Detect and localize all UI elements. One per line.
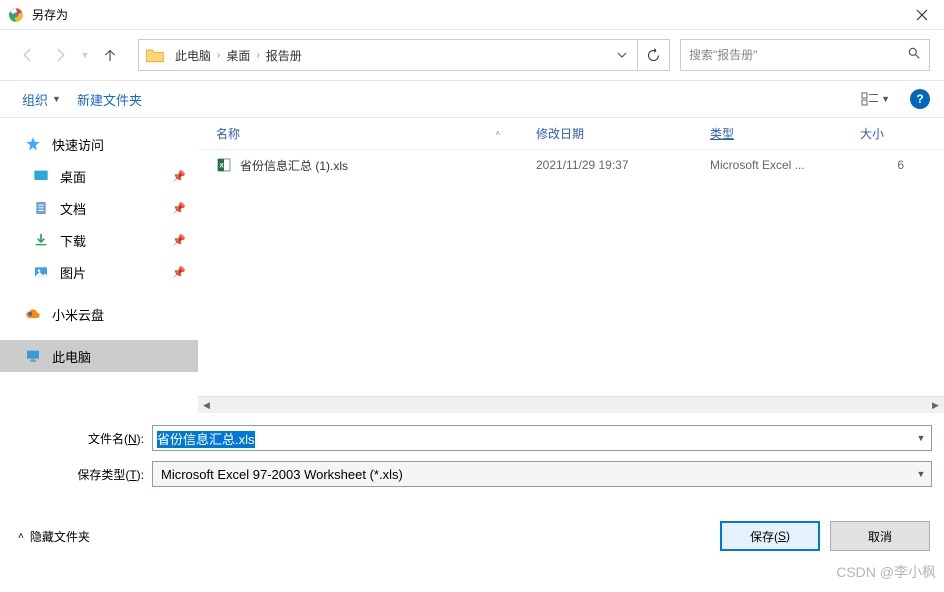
chevron-right-icon: › (254, 50, 261, 61)
crumb-desktop[interactable]: 桌面 (222, 47, 254, 64)
cloud-icon (24, 305, 42, 323)
title-bar: 另存为 (0, 0, 944, 30)
excel-file-icon: X (216, 157, 232, 173)
window-title: 另存为 (32, 6, 899, 23)
desktop-icon (32, 167, 50, 185)
folder-icon (145, 45, 165, 65)
document-icon (32, 199, 50, 217)
forward-button[interactable] (46, 41, 74, 69)
horizontal-scrollbar[interactable]: ◀ ▶ (198, 396, 944, 413)
monitor-icon (24, 347, 42, 365)
column-date[interactable]: 修改日期 (528, 125, 702, 142)
file-list-header: 名称˄ 修改日期 类型 大小 (198, 118, 944, 150)
search-box[interactable] (680, 39, 930, 71)
column-type[interactable]: 类型 (702, 125, 852, 142)
sidebar: 快速访问 桌面 📌 文档 📌 下载 📌 图片 📌 小米云盘 (0, 118, 198, 396)
new-folder-button[interactable]: 新建文件夹 (69, 86, 150, 113)
chevron-down-icon: ▼ (52, 94, 61, 104)
back-button[interactable] (14, 41, 42, 69)
navigation-bar: ▼ 此电脑 › 桌面 › 报告册 (0, 30, 944, 80)
save-button[interactable]: 保存(S) (720, 521, 820, 551)
pin-icon: 📌 (172, 234, 186, 247)
refresh-button[interactable] (637, 40, 669, 70)
file-type: Microsoft Excel ... (702, 158, 852, 172)
up-button[interactable] (96, 41, 124, 69)
download-icon (32, 231, 50, 249)
filename-dropdown[interactable]: ▼ (911, 433, 931, 443)
chrome-icon (8, 7, 24, 23)
file-name: 省份信息汇总 (1).xls (240, 157, 348, 174)
crumb-thispc[interactable]: 此电脑 (171, 47, 215, 64)
file-row[interactable]: X 省份信息汇总 (1).xls 2021/11/29 19:37 Micros… (198, 150, 944, 180)
sidebar-this-pc[interactable]: 此电脑 (0, 340, 198, 372)
filetype-field[interactable]: Microsoft Excel 97-2003 Worksheet (*.xls… (152, 461, 932, 487)
search-icon[interactable] (907, 46, 921, 65)
help-button[interactable]: ? (910, 89, 930, 109)
filetype-value: Microsoft Excel 97-2003 Worksheet (*.xls… (153, 467, 911, 482)
file-date: 2021/11/29 19:37 (528, 158, 702, 172)
address-dropdown[interactable] (605, 50, 637, 60)
filename-label: 文件名(N): (12, 430, 152, 447)
hide-folders-toggle[interactable]: ˄ 隐藏文件夹 (18, 528, 90, 545)
bottom-bar: ˄ 隐藏文件夹 保存(S) 取消 (0, 503, 944, 565)
history-dropdown[interactable]: ▼ (78, 50, 92, 60)
pin-icon: 📌 (172, 266, 186, 279)
file-list: 名称˄ 修改日期 类型 大小 X 省份信息汇总 (1).xls 2021/11/… (198, 118, 944, 396)
pin-icon: 📌 (172, 202, 186, 215)
sidebar-pictures[interactable]: 图片 📌 (0, 256, 198, 288)
sort-indicator-icon: ˄ (495, 129, 500, 138)
scroll-left-button[interactable]: ◀ (198, 397, 215, 413)
chevron-up-icon: ˄ (18, 531, 24, 542)
sidebar-desktop[interactable]: 桌面 📌 (0, 160, 198, 192)
file-size: 6 (852, 158, 912, 172)
toolbar: 组织 ▼ 新建文件夹 ▼ ? (0, 80, 944, 118)
filename-input[interactable]: 省份信息汇总.xls (157, 431, 255, 448)
cancel-button[interactable]: 取消 (830, 521, 930, 551)
save-form: 文件名(N): 省份信息汇总.xls ▼ 保存类型(T): Microsoft … (0, 413, 944, 503)
pin-icon: 📌 (172, 170, 186, 183)
organize-button[interactable]: 组织 ▼ (14, 86, 69, 113)
sidebar-downloads[interactable]: 下载 📌 (0, 224, 198, 256)
filetype-label: 保存类型(T): (12, 466, 152, 483)
svg-text:X: X (219, 163, 224, 170)
filename-field[interactable]: 省份信息汇总.xls ▼ (152, 425, 932, 451)
breadcrumb: 此电脑 › 桌面 › 报告册 (171, 47, 605, 64)
column-size[interactable]: 大小 (852, 125, 912, 142)
scroll-right-button[interactable]: ▶ (927, 397, 944, 413)
view-options-button[interactable]: ▼ (855, 88, 896, 110)
close-button[interactable] (899, 0, 944, 30)
sidebar-xiaomi-cloud[interactable]: 小米云盘 (0, 298, 198, 330)
filetype-dropdown[interactable]: ▼ (911, 469, 931, 479)
search-input[interactable] (689, 48, 907, 62)
address-bar[interactable]: 此电脑 › 桌面 › 报告册 (138, 39, 670, 71)
sidebar-documents[interactable]: 文档 📌 (0, 192, 198, 224)
watermark: CSDN @李小枫 (836, 562, 936, 582)
content-area: 快速访问 桌面 📌 文档 📌 下载 📌 图片 📌 小米云盘 (0, 118, 944, 396)
crumb-folder[interactable]: 报告册 (262, 47, 306, 64)
chevron-right-icon: › (215, 50, 222, 61)
column-name[interactable]: 名称˄ (198, 125, 528, 142)
scroll-track[interactable] (215, 397, 927, 413)
star-icon (24, 135, 42, 153)
sidebar-quick-access[interactable]: 快速访问 (0, 128, 198, 160)
picture-icon (32, 263, 50, 281)
